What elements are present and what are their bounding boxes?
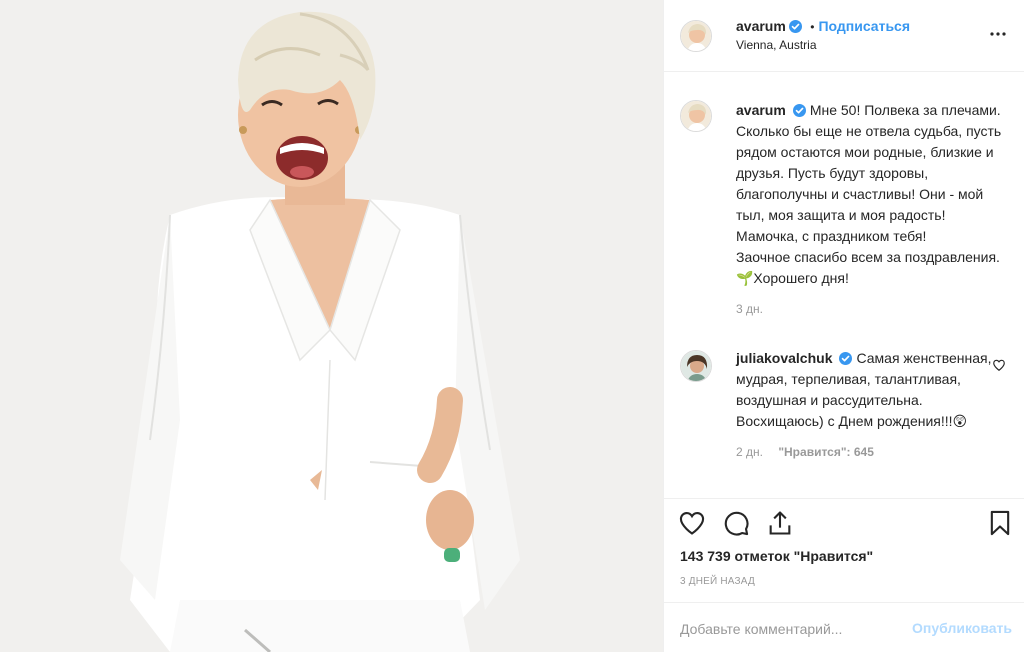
header-line-1: avarum • Подписаться	[736, 18, 910, 36]
publish-button[interactable]: Опубликовать	[912, 620, 1012, 636]
share-arrow-icon[interactable]	[766, 509, 794, 537]
caption-text: Мне 50! Полвека за плечами. Сколько бы е…	[736, 102, 1002, 286]
caption-time[interactable]: 3 дн.	[736, 299, 1006, 320]
caption-username[interactable]: avarum	[736, 102, 786, 118]
post-side-panel: avarum • Подписаться Vienna, Austria ava…	[663, 0, 1024, 652]
follow-button[interactable]: Подписаться	[818, 18, 910, 34]
add-comment-bar: Опубликовать	[664, 602, 1024, 652]
avatar-image	[681, 351, 711, 381]
comment-body: juliakovalchuk Самая женственная, мудрая,…	[736, 348, 1006, 463]
verified-badge-icon	[792, 104, 806, 117]
comment-item: juliakovalchuk Самая женственная, мудрая,…	[680, 348, 1010, 498]
author-username[interactable]: avarum	[736, 18, 786, 34]
header-separator: •	[810, 20, 815, 34]
author-avatar[interactable]	[680, 20, 712, 52]
comment-time[interactable]: 2 дн.	[736, 445, 763, 459]
avatar-image	[681, 21, 711, 51]
post-actions: 143 739 отметок "Нравится" 3 ДНЕЙ НАЗАД	[664, 498, 1024, 602]
post-photo[interactable]	[0, 0, 663, 652]
caption-body: avarum Мне 50! Полвека за плечами. Скольк…	[736, 100, 1006, 320]
caption-content: avarum Мне 50! Полвека за плечами. Скольк…	[736, 100, 1006, 289]
comment-likes[interactable]: "Нравится": 645	[778, 445, 874, 459]
comments-list[interactable]: avarum Мне 50! Полвека за плечами. Скольк…	[664, 72, 1024, 498]
comment-meta: 2 дн. "Нравится": 645	[736, 442, 1006, 463]
more-horizontal-icon	[990, 32, 1006, 36]
caption-avatar[interactable]	[680, 100, 712, 132]
commenter-avatar[interactable]	[680, 350, 712, 382]
avatar-image	[681, 101, 711, 131]
add-comment-input[interactable]	[680, 619, 900, 639]
heart-icon[interactable]	[992, 358, 1006, 372]
caption-item: avarum Мне 50! Полвека за плечами. Скольк…	[680, 100, 1010, 340]
comment-username[interactable]: juliakovalchuk	[736, 350, 832, 366]
bookmark-icon[interactable]	[986, 509, 1014, 537]
likes-count[interactable]: 143 739 отметок "Нравится"	[680, 548, 873, 564]
post-date[interactable]: 3 ДНЕЙ НАЗАД	[680, 576, 755, 587]
comment-content: juliakovalchuk Самая женственная, мудрая,…	[736, 348, 1006, 432]
comment-bubble-icon[interactable]	[722, 509, 750, 537]
verified-badge-icon	[839, 352, 853, 365]
heart-icon[interactable]	[678, 509, 706, 537]
instagram-post-modal: avarum • Подписаться Vienna, Austria ava…	[0, 0, 1024, 652]
verified-badge-icon	[788, 20, 802, 33]
post-location[interactable]: Vienna, Austria	[736, 38, 817, 52]
more-options-button[interactable]	[988, 24, 1008, 44]
post-header: avarum • Подписаться Vienna, Austria	[664, 0, 1024, 72]
post-photo-illustration	[0, 0, 663, 652]
